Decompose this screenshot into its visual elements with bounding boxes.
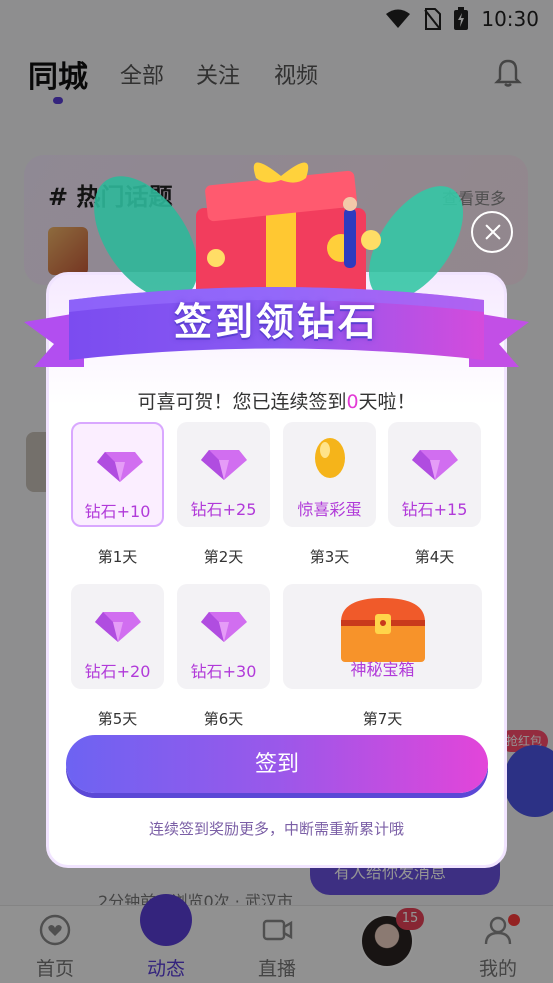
day-card-6[interactable]: 钻石+30 xyxy=(177,584,270,689)
day-reward: 神秘宝箱 xyxy=(350,660,415,679)
day-card-1[interactable]: 钻石+10 xyxy=(71,422,164,527)
diamond-icon xyxy=(97,452,143,482)
diamond-icon xyxy=(95,612,141,642)
day-card-3[interactable]: 惊喜彩蛋 xyxy=(283,422,376,527)
streak-message: 可喜可贺！您已连续签到0天啦！ xyxy=(0,387,553,414)
day-label-7: 第7天 xyxy=(362,710,403,728)
day-label-2: 第2天 xyxy=(203,548,244,566)
modal-title: 签到领钻石 xyxy=(173,300,379,344)
day-label-3: 第3天 xyxy=(309,548,350,566)
checkin-button[interactable]: 签到 xyxy=(66,735,488,793)
checkin-footnote: 连续签到奖励更多，中断需重新累计哦 xyxy=(148,820,404,838)
day-reward: 钻石+25 xyxy=(190,500,257,519)
day-reward: 钻石+30 xyxy=(190,662,257,681)
day-label-5: 第5天 xyxy=(97,710,138,728)
gift-box-illustration xyxy=(94,162,464,298)
treasure-chest-icon xyxy=(341,598,425,662)
golden-egg-icon xyxy=(315,438,345,478)
day-label-1: 第1天 xyxy=(97,548,138,566)
streak-days: 0 xyxy=(346,391,359,413)
day-card-7[interactable]: 神秘宝箱 xyxy=(283,584,482,689)
day-label-4: 第4天 xyxy=(414,548,455,566)
day-reward: 钻石+15 xyxy=(401,500,468,519)
day-card-5[interactable]: 钻石+20 xyxy=(71,584,164,689)
day-card-4[interactable]: 钻石+15 xyxy=(388,422,481,527)
day-reward: 钻石+10 xyxy=(84,502,151,521)
streak-prefix: 可喜可贺！您已连续签到 xyxy=(137,391,347,413)
diamond-icon xyxy=(412,450,458,480)
diamond-icon xyxy=(201,450,247,480)
day-card-2[interactable]: 钻石+25 xyxy=(177,422,270,527)
day-label-6: 第6天 xyxy=(203,710,244,728)
day-reward: 惊喜彩蛋 xyxy=(297,500,362,519)
day-reward: 钻石+20 xyxy=(84,662,151,681)
streak-suffix: 天啦！ xyxy=(358,391,416,413)
diamond-icon xyxy=(201,612,247,642)
